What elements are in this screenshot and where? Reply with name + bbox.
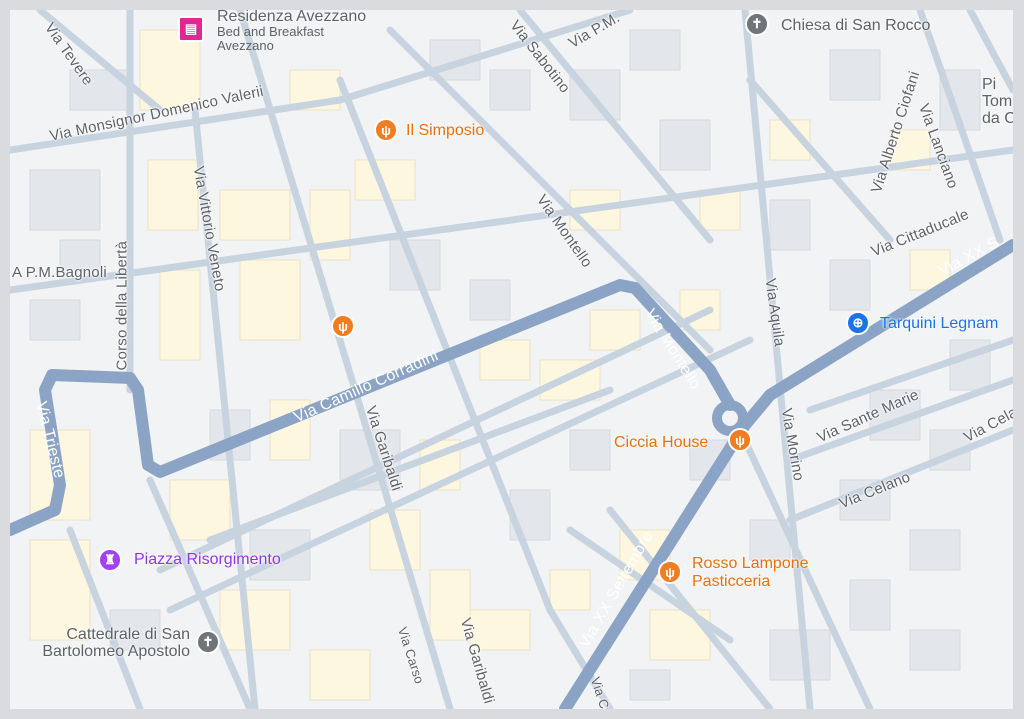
poi-subtitle: Tom [982,93,1013,110]
poi-il-simposio[interactable]: Il Simposio [406,122,484,140]
poi-title: Residenza Avezzano [217,10,367,25]
poi-chiesa-san-rocco[interactable]: Chiesa di San Rocco [781,17,930,34]
poi-residenza-avezzano[interactable]: Residenza Avezzano Bed and Breakfast Ave… [217,10,366,53]
poi-subtitle: Avezzano [217,38,274,53]
poi-rosso-lampone[interactable]: Rosso Lampone Pasticceria [692,555,809,591]
poi-subtitle: Bartolomeo Apostolo [42,643,190,660]
map-view[interactable]: Via Tevere Via Sabotino Via P.M. Via Mon… [10,10,1013,709]
poi-subtitle: Pasticceria [692,573,771,590]
hotel-icon[interactable]: ▤ [178,16,204,42]
church-icon[interactable]: ✝ [196,630,220,654]
poi-title: Cattedrale di San [66,626,190,643]
street-label: Corso della Libertà [113,240,131,371]
poi-tarquini[interactable]: Tarquini Legnam [880,315,998,333]
poi-cattedrale[interactable]: Cattedrale di San Bartolomeo Apostolo [16,626,190,660]
poi-ciccia-house[interactable]: Ciccia House [614,434,708,452]
poi-subtitle: Bed and Breakfast [217,24,324,39]
restaurant-icon[interactable]: ψ [728,428,752,452]
poi-title: Rosso Lampone [692,555,809,572]
poi-title: Pi [982,76,997,93]
church-icon[interactable]: ✝ [745,12,769,36]
poi-subtitle: da C [982,110,1013,127]
restaurant-icon[interactable]: ψ [331,314,355,338]
poi-edge-partial[interactable]: Pi Tom da C [982,76,1013,127]
landmark-icon[interactable]: ♜ [98,548,122,572]
shopping-icon[interactable]: ⊕ [846,311,870,335]
restaurant-icon[interactable]: ψ [374,118,398,142]
street-label: A P.M.Bagnoli [12,264,107,281]
restaurant-icon[interactable]: ψ [658,560,682,584]
poi-piazza-risorgimento[interactable]: Piazza Risorgimento [134,551,281,569]
